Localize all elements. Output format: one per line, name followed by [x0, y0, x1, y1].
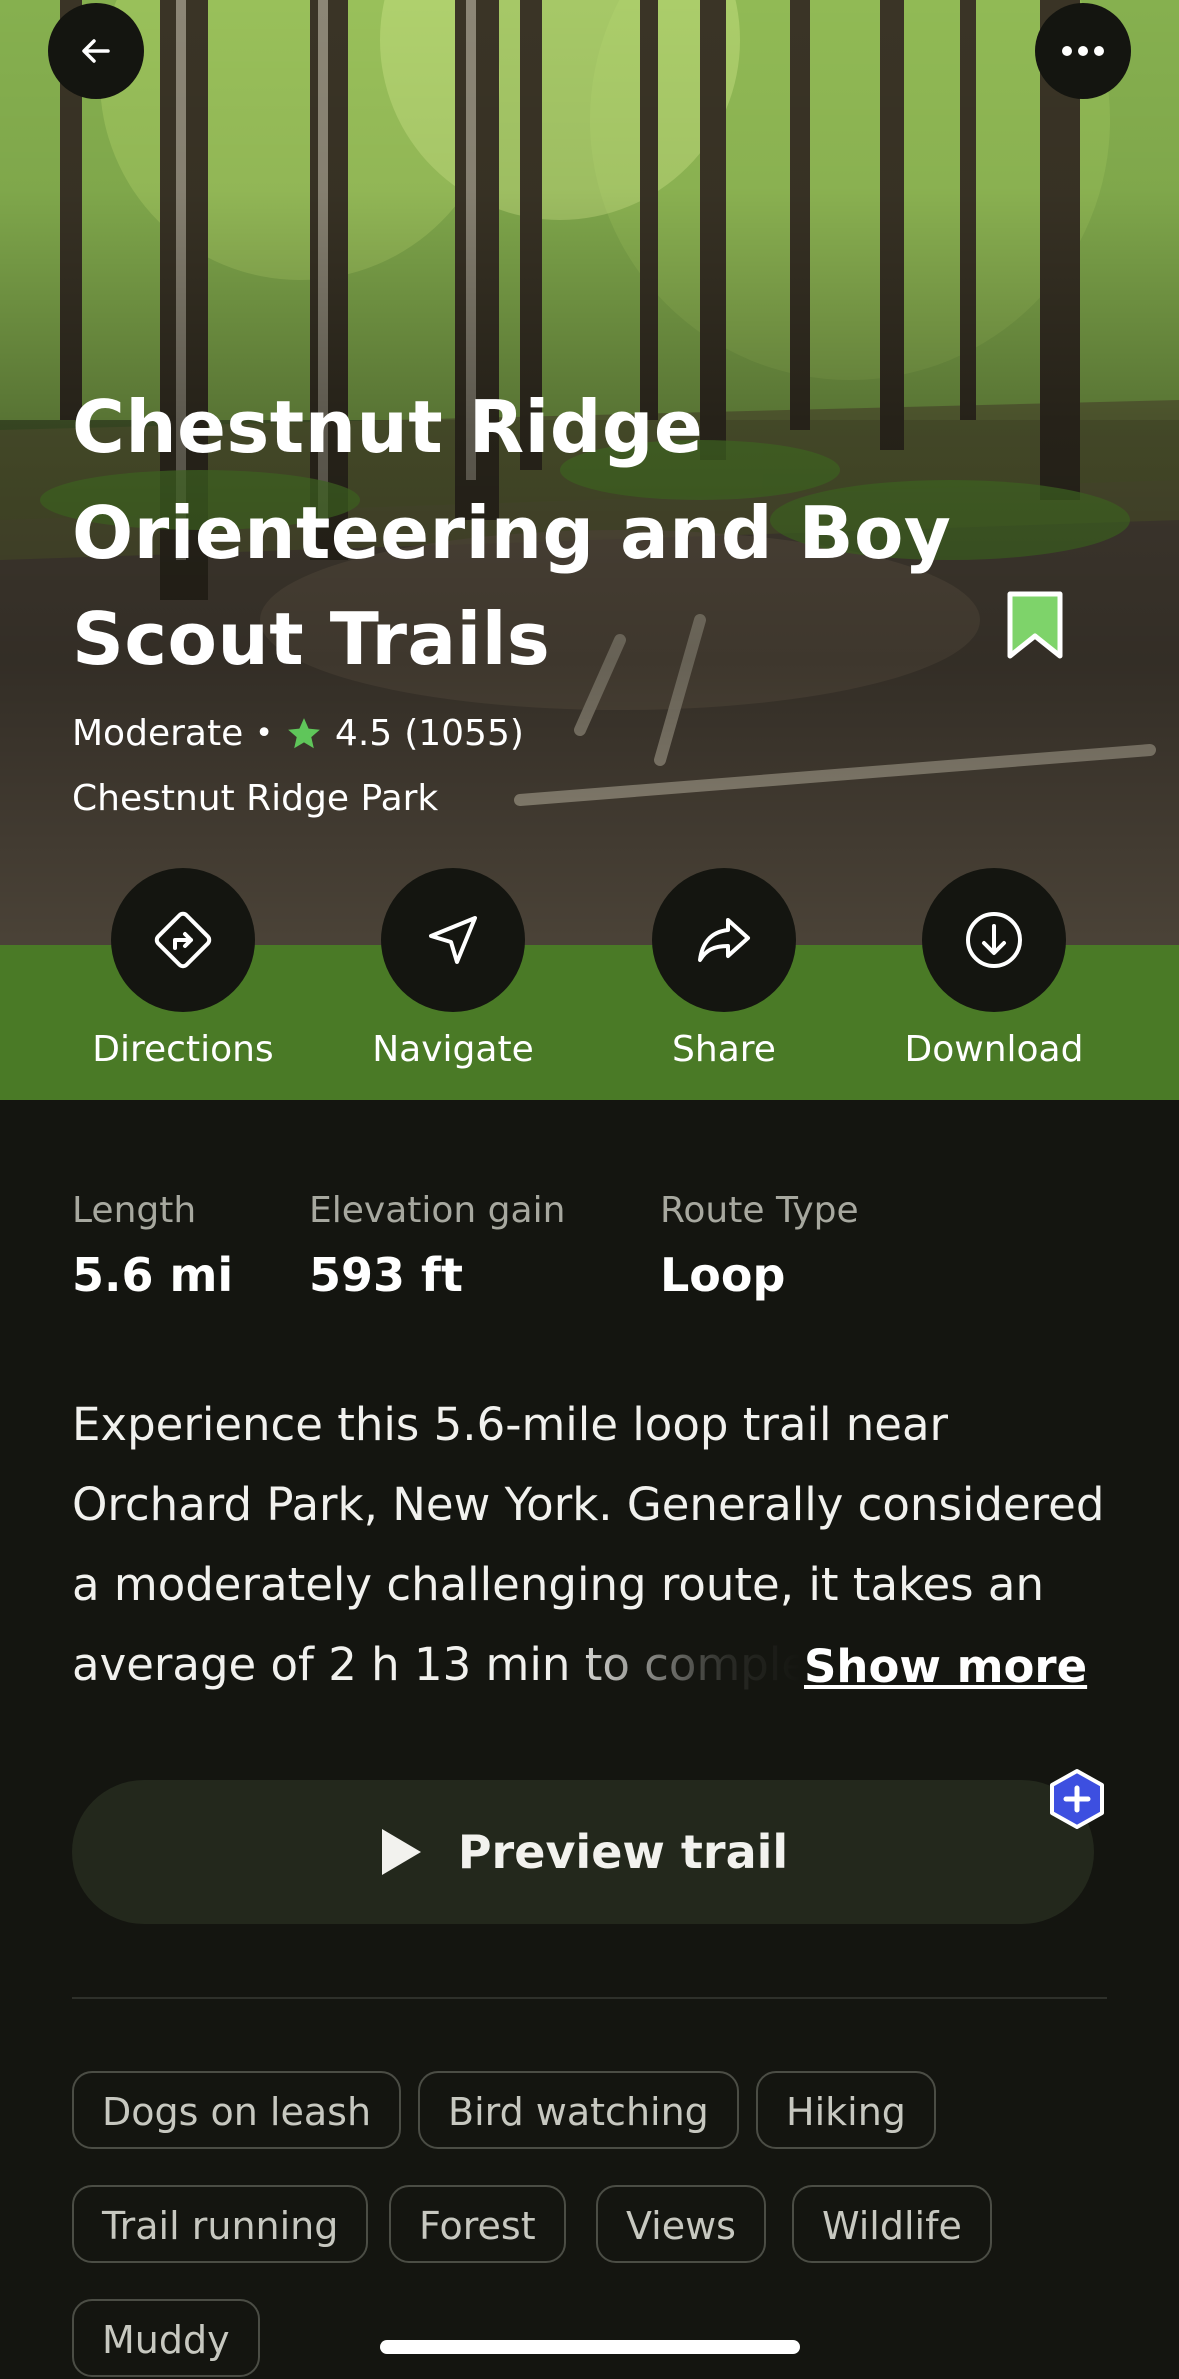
trail-meta: Moderate • 4.5 (1055) — [72, 710, 524, 758]
tag-chip[interactable]: Trail running — [72, 2185, 369, 2263]
show-more-link[interactable]: Show more — [800, 1627, 1088, 1707]
stat-length-label: Length — [72, 1190, 197, 1231]
navigation-arrow-icon — [429, 916, 477, 964]
share-button[interactable]: Share — [609, 868, 839, 1074]
star-icon — [288, 718, 320, 749]
play-icon — [381, 1829, 421, 1875]
stat-elevation-value: 593 ft — [309, 1248, 464, 1302]
download-button[interactable]: Download — [879, 868, 1109, 1074]
directions-label: Directions — [92, 1029, 274, 1070]
plus-badge — [1048, 1768, 1106, 1834]
rating-value: 4.5 — [334, 713, 393, 754]
navigate-button[interactable]: Navigate — [338, 868, 568, 1074]
tag-chip[interactable]: Dogs on leash — [72, 2071, 402, 2149]
stat-elevation-label: Elevation gain — [309, 1190, 566, 1231]
stat-route-value: Loop — [660, 1248, 786, 1302]
tag-chip[interactable]: Forest — [389, 2185, 566, 2263]
trail-title: Chestnut Ridge Orienteering and Boy Scou… — [72, 385, 952, 681]
park-name[interactable]: Chestnut Ridge Park — [72, 775, 438, 823]
preview-trail-label: Preview trail — [457, 1825, 789, 1879]
directions-icon — [154, 911, 212, 969]
more-dots-icon — [1062, 46, 1104, 56]
share-label: Share — [672, 1029, 776, 1070]
more-options-button[interactable] — [1035, 3, 1131, 99]
stat-length-value: 5.6 mi — [72, 1248, 234, 1302]
plus-badge-icon — [1050, 1769, 1104, 1829]
stat-length: Length 5.6 mi — [72, 1186, 233, 1310]
review-count[interactable]: (1055) — [404, 710, 524, 758]
description-fade — [560, 1625, 800, 1705]
bookmark-button[interactable] — [1006, 590, 1064, 664]
separator-dot: • — [255, 716, 273, 751]
tag-chip[interactable]: Wildlife — [792, 2185, 992, 2263]
back-button[interactable] — [48, 3, 144, 99]
share-icon — [698, 918, 750, 962]
navigate-label: Navigate — [372, 1029, 534, 1070]
directions-button[interactable]: Directions — [68, 868, 298, 1074]
difficulty-label: Moderate — [72, 713, 244, 754]
stat-elevation: Elevation gain 593 ft — [309, 1186, 565, 1310]
stat-route-type: Route Type Loop — [660, 1186, 859, 1310]
section-divider — [72, 1997, 1107, 1999]
tag-chip[interactable]: Muddy — [72, 2299, 260, 2377]
tag-chip[interactable]: Hiking — [756, 2071, 936, 2149]
home-indicator[interactable] — [380, 2340, 800, 2354]
bookmark-icon — [1007, 591, 1063, 659]
stat-route-label: Route Type — [660, 1190, 859, 1231]
preview-trail-button[interactable]: Preview trail — [72, 1780, 1094, 1924]
download-circle[interactable] — [922, 868, 1066, 1012]
download-label: Download — [904, 1029, 1084, 1070]
tag-chip[interactable]: Bird watching — [418, 2071, 739, 2149]
tag-chip[interactable]: Views — [596, 2185, 766, 2263]
download-icon — [966, 912, 1022, 968]
directions-circle[interactable] — [111, 868, 255, 1012]
navigate-circle[interactable] — [381, 868, 525, 1012]
share-circle[interactable] — [652, 868, 796, 1012]
arrow-left-icon — [82, 39, 110, 63]
